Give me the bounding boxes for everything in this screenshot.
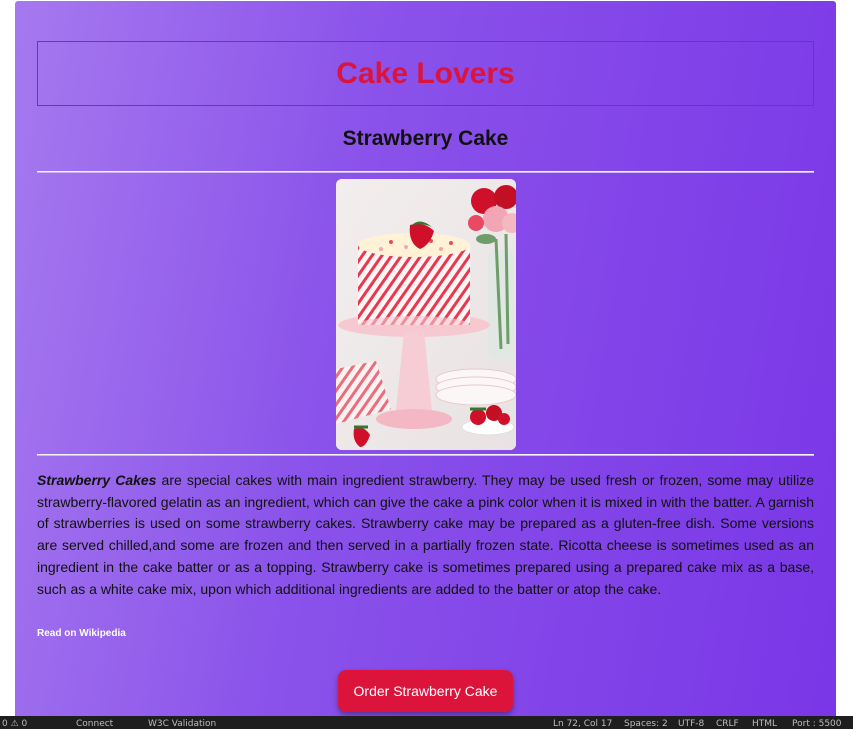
status-encoding[interactable]: UTF-8 xyxy=(678,719,704,729)
divider-top xyxy=(37,171,814,173)
status-validation[interactable]: W3C Validation xyxy=(148,719,216,729)
title-box: Cake Lovers xyxy=(37,41,814,106)
description-lead: Strawberry Cakes xyxy=(37,472,157,488)
cake-name: Strawberry Cake xyxy=(342,127,509,150)
description-body: are special cakes with main ingredient s… xyxy=(37,472,814,597)
status-port[interactable]: Port : 5500 xyxy=(792,719,842,729)
cake-description: Strawberry Cakes are special cakes with … xyxy=(37,470,814,600)
page-title: Cake Lovers xyxy=(336,56,515,90)
status-cursor[interactable]: Ln 72, Col 17 xyxy=(553,719,612,729)
status-problems[interactable]: 0 ⚠ 0 xyxy=(2,719,27,729)
divider-bottom xyxy=(37,454,814,456)
status-language[interactable]: HTML xyxy=(752,719,777,729)
status-connect[interactable]: Connect xyxy=(76,719,113,729)
cake-image xyxy=(336,179,516,450)
status-indent[interactable]: Spaces: 2 xyxy=(624,719,668,729)
order-button[interactable]: Order Strawberry Cake xyxy=(338,670,513,712)
cake-card: Cake Lovers Strawberry Cake Strawberry C… xyxy=(15,1,836,723)
wikipedia-link[interactable]: Read on Wikipedia xyxy=(37,628,126,639)
status-eol[interactable]: CRLF xyxy=(716,719,739,729)
editor-statusbar: 0 ⚠ 0 Connect W3C Validation Ln 72, Col … xyxy=(0,716,853,729)
